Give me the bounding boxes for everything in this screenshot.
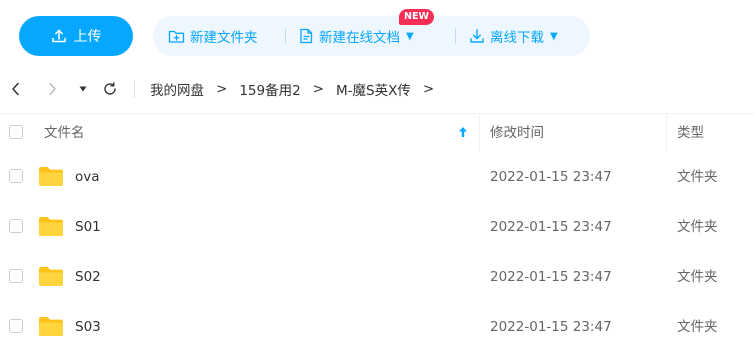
column-header-type[interactable]: 类型: [677, 114, 704, 152]
file-type: 文件夹: [677, 219, 718, 235]
new-doc-icon: [300, 28, 313, 44]
file-name[interactable]: ova: [75, 151, 100, 204]
offline-download-button[interactable]: 离线下载 ▼: [469, 16, 558, 56]
file-manager-page: 上传 新建文件夹 新建在线文档 ▼ NEW 离线下载 ▼ 我的网盘 > 159备…: [0, 0, 754, 347]
sort-ascending-icon[interactable]: [458, 126, 468, 138]
new-badge: NEW: [399, 9, 434, 25]
file-type: 文件夹: [677, 269, 718, 285]
download-icon: [470, 29, 484, 43]
file-name[interactable]: S01: [75, 201, 101, 254]
file-type: 文件夹: [677, 169, 718, 185]
navigation-bar: 我的网盘 > 159备用2 > M-魔S英X传 >: [0, 72, 754, 106]
history-dropdown-icon[interactable]: [79, 72, 87, 106]
new-folder-icon: [168, 30, 185, 43]
folder-icon: [39, 317, 63, 336]
breadcrumb-separator[interactable]: >: [423, 81, 434, 97]
column-header-modified[interactable]: 修改时间: [490, 114, 544, 152]
folder-icon: [39, 167, 63, 186]
file-type: 文件夹: [677, 319, 718, 335]
breadcrumb-item-root[interactable]: 我的网盘: [150, 79, 204, 99]
breadcrumb-separator: >: [312, 81, 324, 97]
forward-icon[interactable]: [46, 72, 58, 106]
breadcrumb-item-current[interactable]: M-魔S英X传: [336, 79, 411, 99]
file-name[interactable]: S02: [75, 251, 101, 304]
column-divider[interactable]: [479, 114, 480, 152]
table-row[interactable]: ova 2022-01-15 23:47 文件夹: [0, 151, 754, 201]
new-online-doc-button[interactable]: 新建在线文档 ▼: [299, 16, 414, 56]
toolbar: 上传 新建文件夹 新建在线文档 ▼ NEW 离线下载 ▼: [0, 0, 754, 66]
upload-label: 上传: [73, 29, 102, 45]
table-header: 文件名 修改时间 类型: [0, 113, 754, 152]
new-folder-button[interactable]: 新建文件夹: [168, 16, 258, 56]
file-list: ova 2022-01-15 23:47 文件夹 S01 2022-01-15 …: [0, 151, 754, 347]
new-online-doc-label: 新建在线文档: [319, 30, 400, 46]
file-modified: 2022-01-15 23:47: [490, 219, 612, 235]
table-row[interactable]: S01 2022-01-15 23:47 文件夹: [0, 201, 754, 251]
row-checkbox[interactable]: [9, 269, 23, 283]
row-checkbox[interactable]: [9, 169, 23, 183]
file-modified: 2022-01-15 23:47: [490, 169, 612, 185]
upload-icon: [51, 29, 66, 43]
upload-button[interactable]: 上传: [19, 16, 133, 56]
breadcrumb: 我的网盘 > 159备用2 > M-魔S英X传 >: [150, 72, 446, 106]
file-name[interactable]: S03: [75, 301, 101, 347]
table-row[interactable]: S03 2022-01-15 23:47 文件夹: [0, 301, 754, 347]
new-folder-label: 新建文件夹: [190, 30, 258, 46]
chevron-down-icon: ▼: [550, 30, 558, 42]
back-icon[interactable]: [10, 72, 22, 106]
folder-icon: [39, 267, 63, 286]
refresh-icon[interactable]: [103, 72, 117, 106]
file-modified: 2022-01-15 23:47: [490, 319, 612, 335]
column-divider[interactable]: [666, 114, 667, 152]
column-header-name[interactable]: 文件名: [44, 114, 85, 152]
chevron-down-icon: ▼: [406, 30, 414, 42]
divider: [455, 28, 456, 44]
row-checkbox[interactable]: [9, 319, 23, 333]
breadcrumb-separator: >: [216, 81, 228, 97]
divider: [285, 28, 286, 44]
select-all-checkbox[interactable]: [9, 125, 23, 139]
divider: [134, 80, 135, 98]
breadcrumb-item-159[interactable]: 159备用2: [239, 79, 300, 99]
action-group: 新建文件夹 新建在线文档 ▼ NEW 离线下载 ▼: [153, 9, 590, 56]
file-modified: 2022-01-15 23:47: [490, 269, 612, 285]
row-checkbox[interactable]: [9, 219, 23, 233]
offline-download-label: 离线下载: [490, 30, 544, 46]
table-row[interactable]: S02 2022-01-15 23:47 文件夹: [0, 251, 754, 301]
folder-icon: [39, 217, 63, 236]
